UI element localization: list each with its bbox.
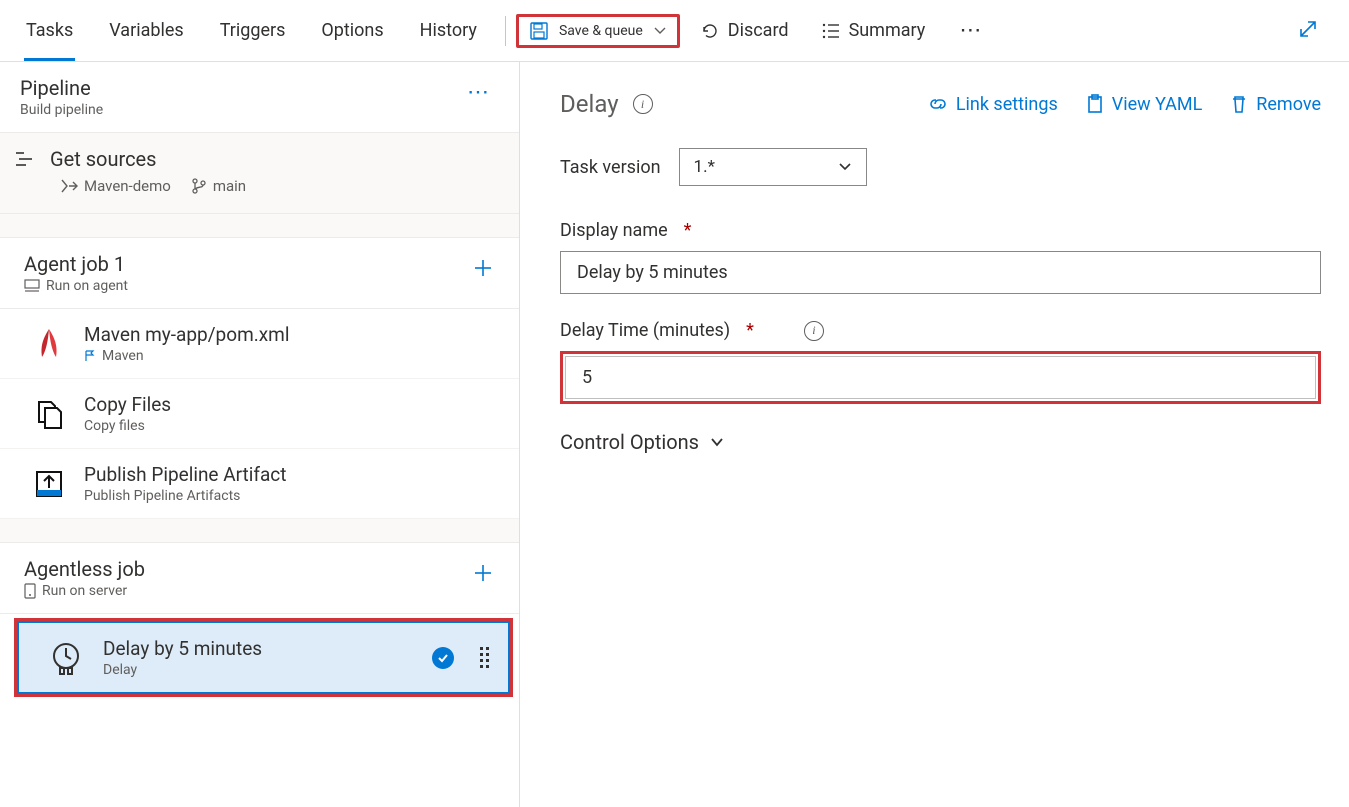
task-version-value: 1.* (694, 157, 715, 177)
required-marker: * (746, 320, 754, 341)
pipeline-header[interactable]: Pipeline Build pipeline ⋯ (0, 62, 519, 133)
maven-icon (30, 325, 68, 363)
agentless-job-header[interactable]: Agentless job Run on server (0, 543, 519, 614)
task-valid-badge (432, 647, 454, 669)
task-version-label: Task version (560, 157, 661, 178)
agent-job-title: Agent job 1 (24, 252, 128, 276)
get-sources-label: Get sources (50, 147, 156, 171)
required-marker: * (684, 220, 692, 241)
tab-options[interactable]: Options (303, 0, 401, 61)
trash-icon (1230, 94, 1248, 114)
discard-label: Discard (728, 20, 789, 41)
control-options-toggle[interactable]: Control Options (560, 430, 1321, 454)
main-split: Pipeline Build pipeline ⋯ Get sources Ma… (0, 62, 1349, 807)
task-name: Publish Pipeline Artifact (84, 463, 503, 486)
tab-triggers[interactable]: Triggers (202, 0, 304, 61)
agent-icon (24, 279, 40, 293)
task-type-label: Copy files (84, 418, 503, 434)
plus-icon (471, 256, 495, 280)
get-sources-item[interactable]: Get sources Maven-demo main (0, 133, 519, 214)
plus-icon (471, 561, 495, 585)
drag-handle[interactable] (480, 647, 492, 668)
save-and-queue-label: Save & queue (559, 23, 643, 39)
publish-artifact-icon (30, 465, 68, 503)
add-task-to-agentless-job-button[interactable] (461, 557, 505, 593)
save-icon (529, 21, 549, 41)
agentless-job-subtitle: Run on server (42, 583, 127, 599)
discard-button[interactable]: Discard (688, 14, 801, 47)
info-icon[interactable]: i (633, 94, 653, 114)
task-name: Delay by 5 minutes (103, 637, 416, 660)
agent-job-header[interactable]: Agent job 1 Run on agent (0, 238, 519, 309)
agent-job-subtitle: Run on agent (46, 278, 128, 294)
task-detail-panel: Delay i Link settings View YAML Remove (520, 62, 1349, 807)
view-yaml-label: View YAML (1112, 94, 1203, 115)
separator (505, 16, 506, 46)
editor-tabs: Tasks Variables Triggers Options History (8, 0, 495, 61)
list-icon (821, 21, 841, 41)
agentless-job-title: Agentless job (24, 557, 145, 581)
flag-icon (84, 350, 96, 362)
summary-button[interactable]: Summary (809, 14, 938, 47)
detail-title: Delay (560, 90, 619, 118)
task-name: Copy Files (84, 393, 503, 416)
task-copy-files[interactable]: Copy Files Copy files (0, 379, 519, 449)
spacer (0, 214, 519, 238)
branch-name: main (213, 177, 246, 195)
azure-repos-icon (60, 178, 78, 194)
pipeline-tree-panel: Pipeline Build pipeline ⋯ Get sources Ma… (0, 62, 520, 807)
pipeline-more-button[interactable]: ⋯ (459, 76, 499, 109)
task-delay[interactable]: Delay by 5 minutes Delay (17, 621, 510, 694)
toolbar-actions: Save & queue Discard Summary ⋯ (516, 0, 997, 61)
task-type-label: Maven (102, 348, 144, 364)
chevron-down-icon (709, 434, 725, 450)
task-type-label: Delay (103, 662, 416, 678)
link-settings-button[interactable]: Link settings (928, 94, 1058, 115)
link-icon (928, 96, 948, 112)
repo-name: Maven-demo (84, 177, 171, 195)
remove-label: Remove (1256, 94, 1321, 115)
task-type-label: Publish Pipeline Artifacts (84, 488, 503, 504)
delay-time-label: Delay Time (minutes) (560, 320, 730, 341)
chevron-down-icon (653, 24, 667, 38)
highlighted-task-frame: Delay by 5 minutes Delay (14, 618, 513, 697)
sources-icon (14, 150, 36, 168)
display-name-label: Display name (560, 220, 668, 241)
save-and-queue-button[interactable]: Save & queue (516, 14, 680, 48)
server-icon (24, 583, 36, 599)
add-task-to-agent-job-button[interactable] (461, 252, 505, 288)
control-options-label: Control Options (560, 430, 699, 454)
task-version-select[interactable]: 1.* (679, 148, 867, 186)
task-maven[interactable]: Maven my-app/pom.xml Maven (0, 309, 519, 379)
link-settings-label: Link settings (956, 94, 1058, 115)
tab-variables[interactable]: Variables (91, 0, 201, 61)
delay-time-input[interactable] (565, 356, 1316, 399)
top-toolbar: Tasks Variables Triggers Options History… (0, 0, 1349, 62)
task-publish-artifact[interactable]: Publish Pipeline Artifact Publish Pipeli… (0, 449, 519, 519)
remove-task-button[interactable]: Remove (1230, 94, 1321, 115)
branch-icon (191, 178, 207, 194)
fullscreen-button[interactable] (1275, 18, 1341, 44)
display-name-input[interactable] (560, 251, 1321, 294)
clipboard-icon (1086, 94, 1104, 114)
highlighted-input-frame (560, 351, 1321, 404)
pipeline-title: Pipeline (20, 76, 103, 100)
delay-icon (49, 639, 87, 677)
spacer (0, 519, 519, 543)
expand-icon (1297, 18, 1319, 40)
chevron-down-icon (838, 160, 852, 174)
tab-tasks[interactable]: Tasks (8, 0, 91, 61)
check-icon (437, 652, 449, 664)
view-yaml-button[interactable]: View YAML (1086, 94, 1203, 115)
info-icon[interactable]: i (804, 321, 824, 341)
tab-history[interactable]: History (402, 0, 495, 61)
summary-label: Summary (849, 20, 926, 41)
undo-icon (700, 21, 720, 41)
more-actions-button[interactable]: ⋯ (945, 18, 997, 43)
copy-files-icon (30, 395, 68, 433)
task-name: Maven my-app/pom.xml (84, 323, 503, 346)
pipeline-subtitle: Build pipeline (20, 102, 103, 118)
